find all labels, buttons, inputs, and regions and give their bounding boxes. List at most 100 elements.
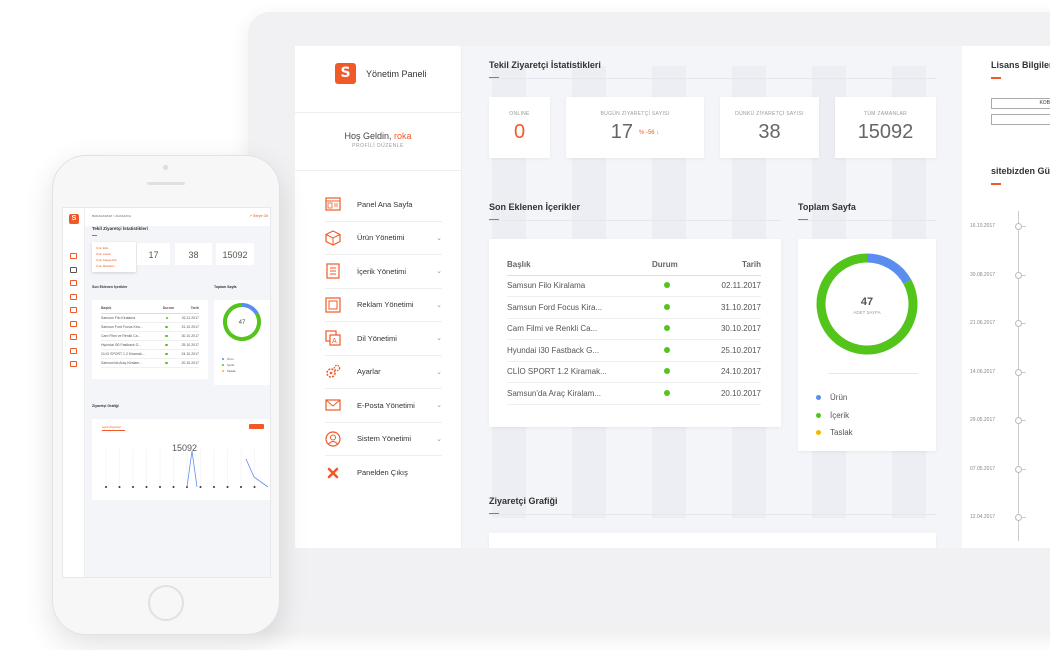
mail-icon bbox=[325, 397, 341, 413]
timeline-connector bbox=[1022, 226, 1026, 227]
phone-dropdown-menu: Ürün Ekle Ürün Listele Ürün Kategorileri Ür… bbox=[92, 242, 136, 272]
legend-swatch bbox=[222, 370, 224, 372]
chevron-down-icon: ⌄ bbox=[436, 234, 442, 242]
divider bbox=[828, 373, 918, 374]
title-accent bbox=[991, 77, 1001, 79]
phone-exit-link[interactable]: ↗ Siteye Git bbox=[249, 214, 268, 218]
phone-ad-icon[interactable] bbox=[70, 293, 77, 300]
row-date: 02.11.2017 bbox=[181, 316, 199, 320]
timeline-dot bbox=[1015, 223, 1022, 230]
row-date: 20.10.2017 bbox=[181, 361, 199, 365]
logo-icon: S bbox=[335, 63, 356, 84]
brand[interactable]: S Yönetim Paneli bbox=[295, 46, 461, 91]
timeline-connector bbox=[1022, 468, 1026, 470]
column-header: Durum bbox=[162, 306, 174, 310]
home-button[interactable] bbox=[148, 585, 184, 621]
table-row[interactable]: Cam Filmi ve Renkli Ca... 30.10.2017 bbox=[507, 318, 761, 340]
status-active-icon bbox=[165, 316, 169, 319]
phone-mail-icon[interactable] bbox=[70, 334, 77, 340]
phone-table-row[interactable]: Samsun Ford Focus Kira... 31.10.2017 bbox=[101, 323, 199, 332]
legend-swatch bbox=[816, 412, 821, 418]
nav-label: Ürün Yönetimi bbox=[357, 233, 405, 243]
stat-label: DÜNKÜ ZİYARETÇİ SAYISI bbox=[735, 111, 804, 117]
stat-value: 15092 bbox=[857, 121, 914, 143]
divider bbox=[489, 78, 936, 79]
timeline-dot bbox=[1015, 514, 1022, 521]
phone-breadcrumb: BURADASINIZ > ANASAYFA bbox=[92, 214, 132, 218]
row-date: 30.10.2017 bbox=[704, 318, 761, 340]
phone-user-circle-icon[interactable] bbox=[70, 347, 77, 354]
stat-card-today: BUGÜN ZİYARETÇİ SAYISI 17 % -56 ↓ bbox=[566, 97, 704, 158]
table-row[interactable]: Samsun Ford Focus Kira... 31.10.2017 bbox=[507, 296, 761, 319]
sidebar-nav: Panel Ana Sayfa Ürün Yönetimi ⌄ İçerik Y… bbox=[325, 188, 442, 490]
phone-gears-icon[interactable] bbox=[70, 320, 77, 327]
timeline-dot bbox=[1015, 465, 1022, 473]
table-header: Başlık Durum Tarih bbox=[507, 254, 761, 276]
nav-item-settings[interactable]: Ayarlar ⌄ bbox=[325, 356, 442, 389]
phone-table-row[interactable]: Cam Filmi ve Renkli Ca... 30.10.2017 bbox=[101, 332, 199, 341]
phone-close-icon[interactable] bbox=[70, 361, 77, 367]
nav-item-logout[interactable]: Panelden Çıkış bbox=[325, 456, 442, 490]
license-field[interactable] bbox=[991, 114, 1050, 125]
row-title: Samsun Filo Kiralama bbox=[101, 316, 136, 320]
user-circle-icon bbox=[325, 431, 341, 447]
column-header[interactable]: Başlık bbox=[507, 254, 652, 276]
phone-exit-label: Siteye Git bbox=[252, 214, 269, 218]
camera-icon bbox=[163, 165, 168, 170]
stat-label: ONLINE bbox=[509, 111, 530, 117]
status-active-icon bbox=[664, 282, 670, 289]
row-title: Samsun Ford Focus Kira... bbox=[507, 296, 652, 319]
phone-chart-card: Aylık Ziyaretçi 15092 bbox=[92, 419, 270, 500]
phone-language-icon[interactable] bbox=[70, 307, 77, 313]
table-row[interactable]: Samsun'da Araç Kiralam... 20.10.2017 bbox=[507, 382, 761, 405]
row-title: Samsun'da Araç Kiralam... bbox=[101, 361, 143, 365]
timeline-connector bbox=[1022, 323, 1026, 324]
timeline-date: 30.08.2017 bbox=[970, 271, 996, 278]
profile-edit-link[interactable]: PROFİLİ DÜZENLE bbox=[295, 143, 461, 149]
timeline-dot bbox=[1015, 368, 1022, 376]
dashboard-icon bbox=[325, 196, 341, 212]
timeline-connector bbox=[1022, 517, 1026, 518]
row-title: CLİO SPORT 1.2 Kiramak... bbox=[507, 361, 652, 383]
row-title: Hyundai i30 Fastback G... bbox=[507, 339, 652, 362]
nav-item-system[interactable]: Sistem Yönetimi ⌄ bbox=[325, 423, 442, 456]
status-cell bbox=[652, 318, 704, 340]
nav-item-products[interactable]: Ürün Yönetimi ⌄ bbox=[325, 222, 442, 255]
phone-document-icon[interactable] bbox=[70, 280, 77, 286]
nav-item-ads[interactable]: Reklam Yönetimi ⌄ bbox=[325, 289, 442, 322]
row-title: Hyundai i30 Fastback G... bbox=[101, 343, 142, 347]
phone-logo-icon[interactable]: S bbox=[69, 214, 79, 224]
nav-item-content[interactable]: İçerik Yönetimi ⌄ bbox=[325, 255, 442, 289]
table-row[interactable]: Samsun Filo Kiralama 02.11.2017 bbox=[507, 275, 761, 297]
legend-item: Taslak bbox=[816, 424, 853, 442]
phone-table-row[interactable]: Samsun Filo Kiralama 02.11.2017 bbox=[101, 314, 199, 323]
status-active-icon bbox=[165, 361, 168, 364]
phone-table-row[interactable]: CLİO SPORT 1.2 Kiramak... 24.10.2017 bbox=[101, 350, 199, 359]
phone-dashboard-icon[interactable] bbox=[70, 253, 77, 259]
nav-label: Panelden Çıkış bbox=[357, 468, 408, 478]
divider bbox=[489, 514, 936, 515]
dropdown-item[interactable]: Ürün Markaları bbox=[96, 264, 136, 270]
phone-table-row[interactable]: Hyundai i30 Fastback G... 25.10.2017 bbox=[101, 341, 199, 350]
column-header[interactable]: Durum bbox=[652, 254, 704, 276]
phone-recent-title: Son Eklenen İçerikler bbox=[92, 285, 128, 289]
chevron-down-icon: ⌄ bbox=[436, 268, 442, 276]
chart-point bbox=[213, 486, 215, 488]
laptop-screen: S Yönetim Paneli Hoş Geldin, roka PROFİL… bbox=[295, 46, 1050, 548]
nav-item-dashboard[interactable]: Panel Ana Sayfa bbox=[325, 188, 442, 222]
legend-swatch bbox=[816, 430, 821, 436]
legend-item: Ürün bbox=[816, 389, 853, 407]
column-header[interactable]: Tarih bbox=[704, 254, 761, 276]
stat-value: 38 bbox=[188, 250, 199, 260]
nav-item-email[interactable]: E-Posta Yönetimi ⌄ bbox=[325, 389, 442, 423]
phone-donut-chart: 47 bbox=[223, 303, 261, 341]
status-cell bbox=[652, 382, 704, 405]
phone-table-row[interactable]: Samsun'da Araç Kiralam... 20.10.2017 bbox=[101, 359, 199, 368]
timeline-date: 07.05.2017 bbox=[970, 465, 996, 472]
table-row[interactable]: Hyundai i30 Fastback G... 25.10.2017 bbox=[507, 339, 761, 362]
nav-item-languages[interactable]: A Dil Yönetimi ⌄ bbox=[325, 322, 442, 356]
phone-box-icon[interactable] bbox=[70, 266, 77, 273]
license-field[interactable]: KOB bbox=[991, 98, 1050, 109]
table-row[interactable]: CLİO SPORT 1.2 Kiramak... 24.10.2017 bbox=[507, 361, 761, 383]
language-icon: A bbox=[325, 330, 341, 346]
